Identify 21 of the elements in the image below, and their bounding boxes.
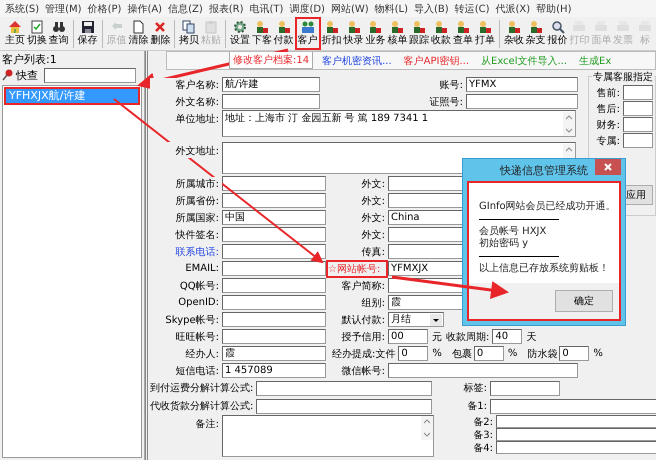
field-label: ☆网站帐号: — [328, 264, 382, 274]
list-title: 客户列表:1 — [2, 53, 58, 67]
group-title: 专属客服指定 — [592, 70, 654, 84]
field-label: 售后: — [596, 102, 621, 116]
field-label: 包裹 — [452, 348, 472, 360]
message-text: GInfo网站会员已经成功开通。 — [479, 201, 613, 213]
field-label: 收款周期: — [446, 330, 492, 344]
unit-label: % — [432, 348, 442, 359]
unit-label: % — [508, 348, 518, 359]
unit-label: % — [593, 348, 603, 359]
message-text: 会员帐号 HXJX — [479, 226, 548, 238]
field-label: 专属: — [596, 134, 621, 148]
field-label: 防水袋 — [527, 348, 558, 360]
message-text: 初始密码 y — [479, 238, 530, 250]
dialog-title: 快递信息管理系统 — [500, 162, 588, 178]
field-label: 财务: — [596, 118, 621, 132]
field-label: 经办提成:文件 — [332, 346, 398, 360]
search-label: 快查 — [16, 68, 38, 82]
unit-label: 元 — [432, 330, 442, 344]
unit-label: 天 — [526, 330, 536, 344]
field-label: 售前: — [596, 86, 621, 100]
